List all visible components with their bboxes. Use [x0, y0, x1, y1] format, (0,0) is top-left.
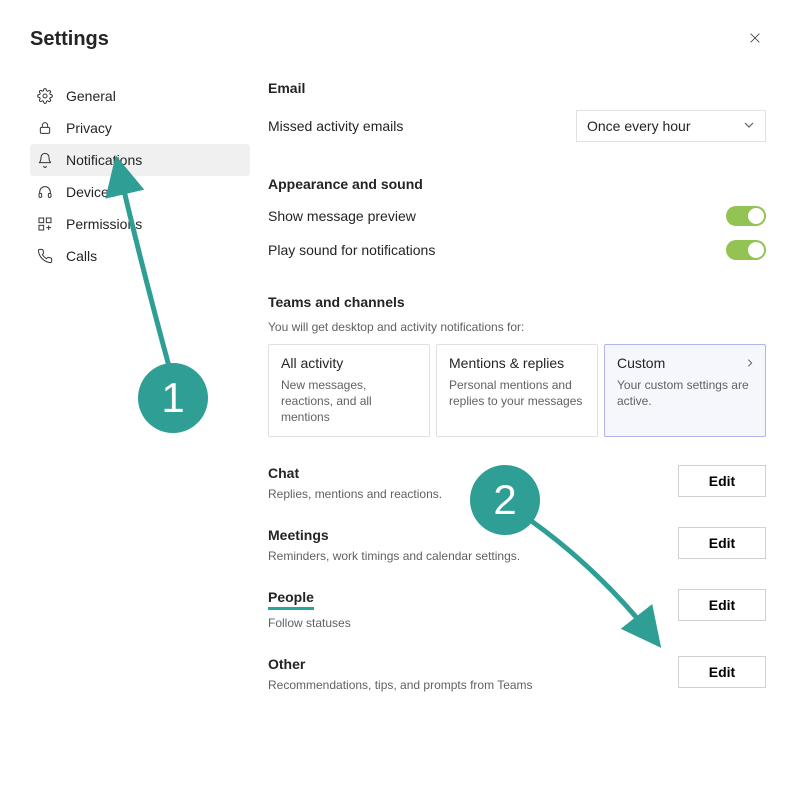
group-chat: Chat Replies, mentions and reactions. Ed… [268, 465, 766, 501]
sidebar-item-label: Devices [66, 184, 116, 200]
phone-icon [36, 247, 54, 265]
sidebar: General Privacy Notifications Devices [30, 80, 250, 718]
section-title: Appearance and sound [268, 176, 766, 192]
chevron-right-icon [745, 357, 755, 371]
sidebar-item-calls[interactable]: Calls [30, 240, 250, 272]
group-people: People Follow statuses Edit [268, 589, 766, 630]
card-mentions-replies[interactable]: Mentions & replies Personal mentions and… [436, 344, 598, 437]
sidebar-item-devices[interactable]: Devices [30, 176, 250, 208]
page-title: Settings [30, 28, 109, 51]
group-title: Chat [268, 465, 442, 481]
missed-activity-label: Missed activity emails [268, 118, 403, 134]
headset-icon [36, 183, 54, 201]
show-preview-toggle[interactable] [726, 206, 766, 226]
card-custom[interactable]: Custom Your custom settings are active. [604, 344, 766, 437]
chevron-down-icon [743, 118, 755, 134]
card-desc: New messages, reactions, and all mention… [281, 377, 417, 426]
card-desc: Your custom settings are active. [617, 377, 753, 409]
group-meetings: Meetings Reminders, work timings and cal… [268, 527, 766, 563]
sidebar-item-general[interactable]: General [30, 80, 250, 112]
gear-icon [36, 87, 54, 105]
group-sub: Follow statuses [268, 616, 351, 630]
sidebar-item-label: General [66, 88, 116, 104]
card-title: Custom [617, 355, 753, 371]
section-appearance: Appearance and sound Show message previe… [268, 176, 766, 260]
sidebar-item-label: Calls [66, 248, 97, 264]
sidebar-item-label: Notifications [66, 152, 142, 168]
play-sound-toggle[interactable] [726, 240, 766, 260]
missed-activity-dropdown[interactable]: Once every hour [576, 110, 766, 142]
group-sub: Reminders, work timings and calendar set… [268, 549, 520, 563]
edit-people-button[interactable]: Edit [678, 589, 766, 621]
teams-hint-text: You will get desktop and activity notifi… [268, 320, 766, 334]
card-desc: Personal mentions and replies to your me… [449, 377, 585, 409]
section-title: Email [268, 80, 766, 96]
edit-other-button[interactable]: Edit [678, 656, 766, 688]
edit-meetings-button[interactable]: Edit [678, 527, 766, 559]
group-sub: Replies, mentions and reactions. [268, 487, 442, 501]
group-other: Other Recommendations, tips, and prompts… [268, 656, 766, 692]
group-title: Other [268, 656, 533, 672]
edit-chat-button[interactable]: Edit [678, 465, 766, 497]
group-title: People [268, 589, 314, 610]
lock-icon [36, 119, 54, 137]
section-email: Email Missed activity emails Once every … [268, 80, 766, 142]
group-sub: Recommendations, tips, and prompts from … [268, 678, 533, 692]
sidebar-item-label: Privacy [66, 120, 112, 136]
card-title: All activity [281, 355, 417, 371]
section-title: Teams and channels [268, 294, 766, 310]
group-title: Meetings [268, 527, 520, 543]
section-teams-channels: Teams and channels You will get desktop … [268, 294, 766, 437]
show-preview-label: Show message preview [268, 208, 416, 224]
card-title: Mentions & replies [449, 355, 585, 371]
sidebar-item-notifications[interactable]: Notifications [30, 144, 250, 176]
sidebar-item-privacy[interactable]: Privacy [30, 112, 250, 144]
main-content: Email Missed activity emails Once every … [250, 80, 766, 718]
apps-icon [36, 215, 54, 233]
close-icon [748, 29, 762, 49]
sidebar-item-permissions[interactable]: Permissions [30, 208, 250, 240]
bell-icon [36, 151, 54, 169]
card-all-activity[interactable]: All activity New messages, reactions, an… [268, 344, 430, 437]
dropdown-value: Once every hour [587, 118, 691, 134]
play-sound-label: Play sound for notifications [268, 242, 435, 258]
close-button[interactable] [744, 26, 766, 52]
sidebar-item-label: Permissions [66, 216, 142, 232]
